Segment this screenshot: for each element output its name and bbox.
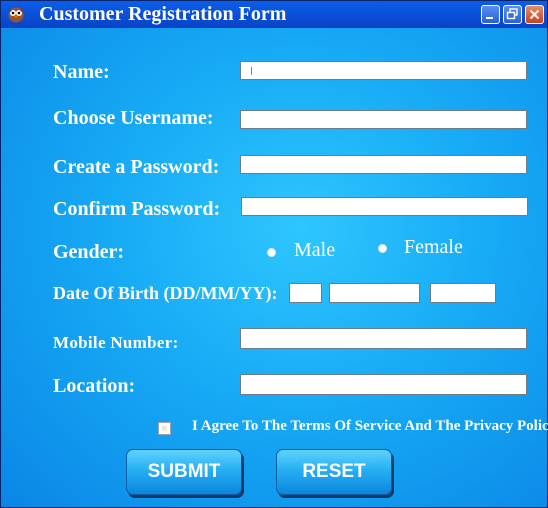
- terms-label[interactable]: I Agree To The Terms Of Service And The …: [192, 418, 548, 435]
- gender-male-label[interactable]: Male: [294, 239, 335, 262]
- location-input[interactable]: [240, 374, 527, 395]
- window-title: Customer Registration Form: [39, 3, 287, 25]
- password-label: Create a Password:: [53, 156, 220, 178]
- close-button[interactable]: [525, 5, 544, 24]
- username-input[interactable]: [240, 110, 527, 129]
- dob-label: Date Of Birth (DD/MM/YY):: [53, 283, 278, 303]
- gender-male-radio[interactable]: [267, 248, 276, 257]
- restore-button[interactable]: [503, 5, 522, 24]
- text-cursor: [251, 67, 252, 75]
- gender-female-radio[interactable]: [378, 244, 387, 253]
- location-label: Location:: [53, 375, 136, 397]
- restore-icon: [506, 8, 518, 20]
- dob-day-input[interactable]: [289, 283, 322, 303]
- dob-month-input[interactable]: [329, 283, 420, 303]
- minimize-icon: [486, 17, 493, 19]
- mobile-input[interactable]: [240, 328, 527, 349]
- dob-year-input[interactable]: [430, 283, 496, 303]
- terms-checkbox[interactable]: [158, 422, 171, 435]
- reset-button[interactable]: RESET: [276, 449, 392, 495]
- submit-button[interactable]: SUBMIT: [126, 449, 242, 495]
- close-icon: [529, 9, 540, 20]
- name-label: Name:: [53, 61, 110, 83]
- name-input[interactable]: [240, 61, 527, 80]
- minimize-button[interactable]: [481, 5, 500, 24]
- password-input[interactable]: [240, 155, 527, 174]
- registration-window: Customer Registration Form Name: Choose …: [0, 0, 548, 508]
- mobile-label: Mobile Number:: [53, 333, 179, 352]
- owl-app-icon: [8, 7, 24, 23]
- confirm-password-label: Confirm Password:: [53, 198, 221, 220]
- title-bar[interactable]: Customer Registration Form: [1, 1, 547, 28]
- username-label: Choose Username:: [53, 107, 214, 129]
- confirm-password-input[interactable]: [241, 197, 528, 216]
- gender-female-label[interactable]: Female: [404, 236, 463, 259]
- gender-label: Gender:: [53, 241, 125, 263]
